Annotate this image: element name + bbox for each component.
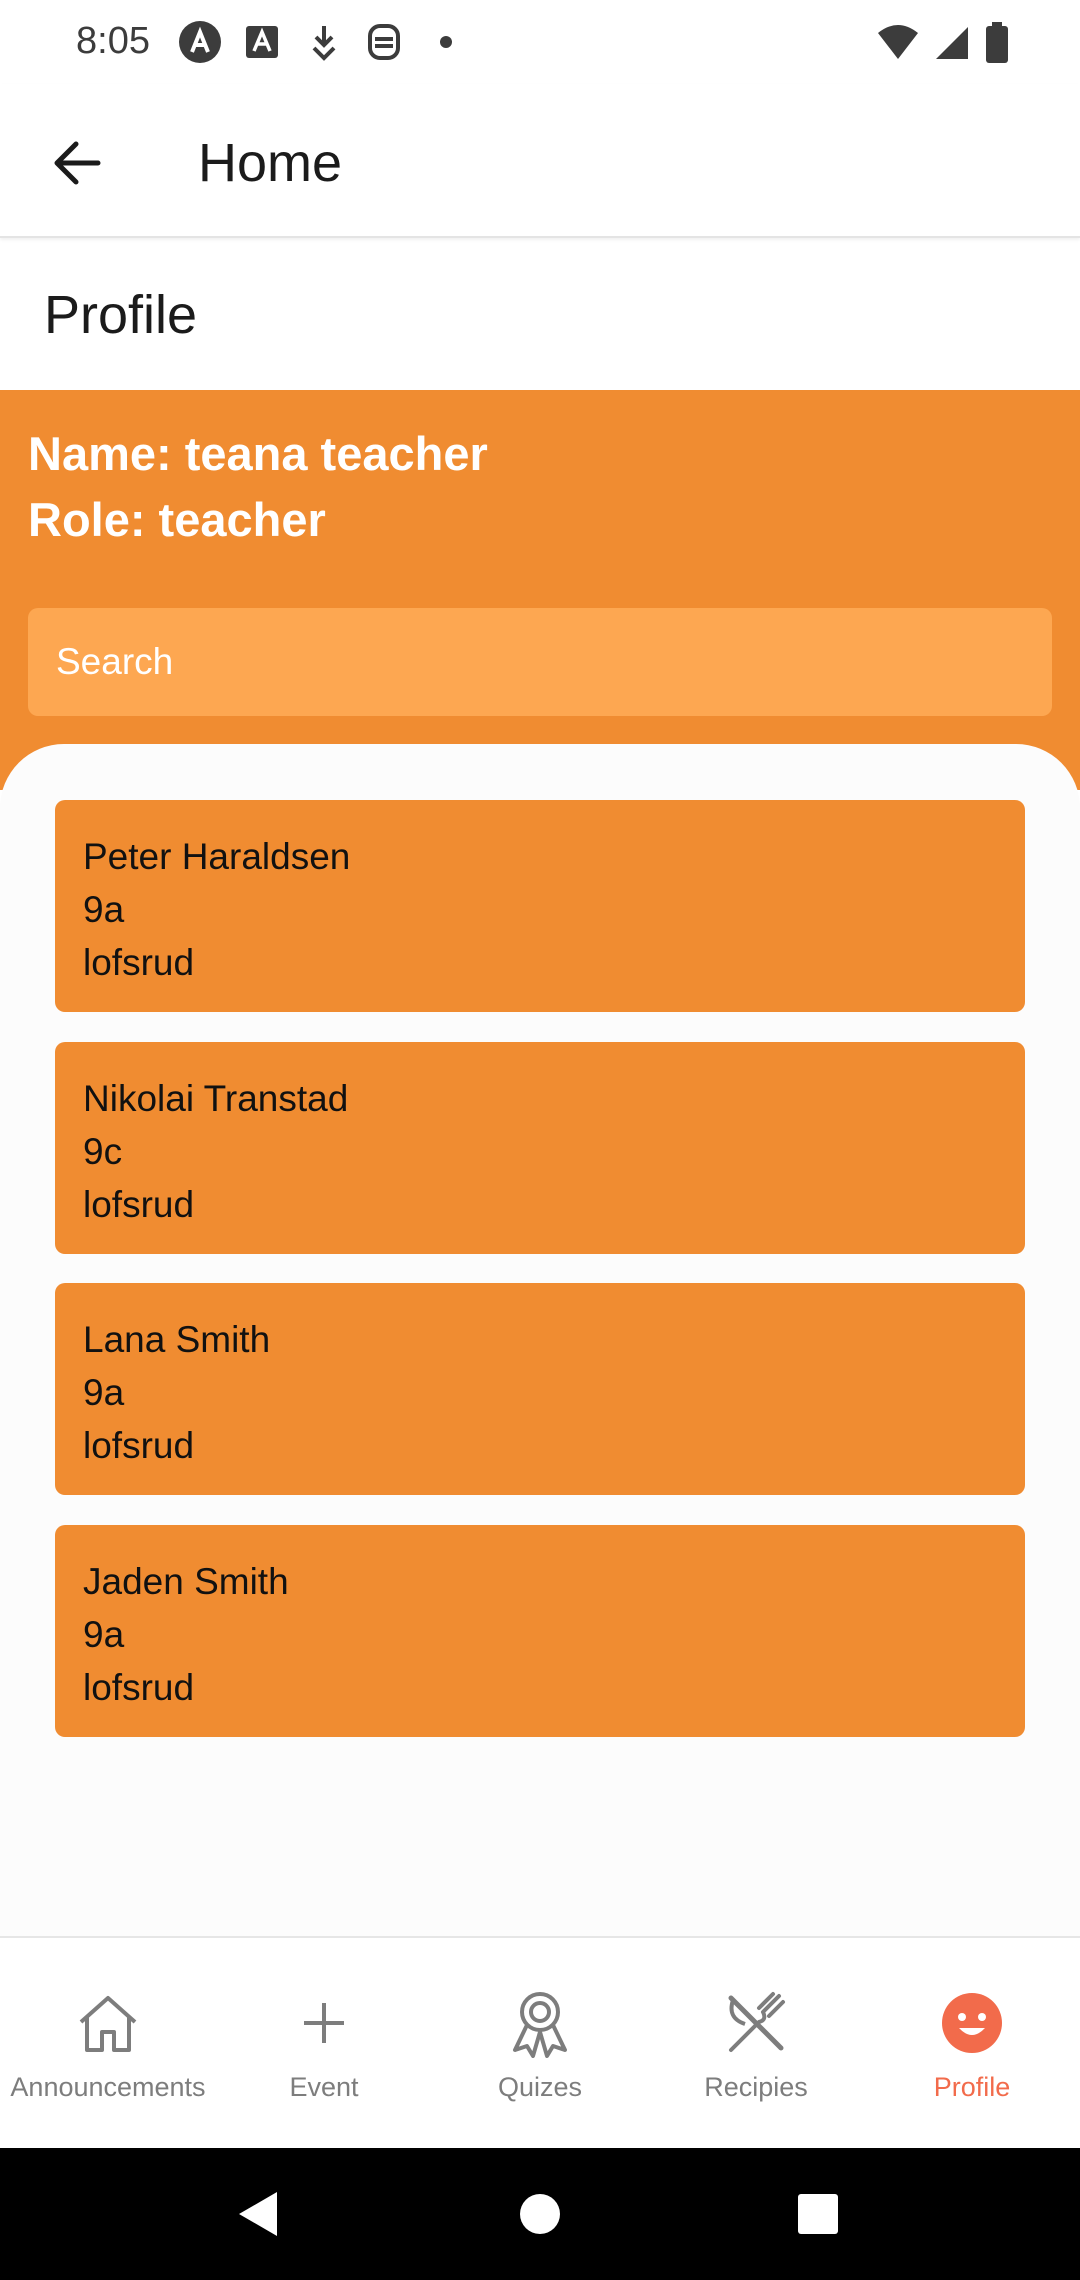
student-name: Nikolai Transtad	[83, 1078, 349, 1119]
app-bar: Home	[0, 84, 1080, 238]
nav-item-recipies[interactable]: Recipies	[648, 1938, 864, 2150]
system-home-button[interactable]	[504, 2178, 576, 2250]
student-card[interactable]: Jaden Smith 9a lofsrud	[55, 1525, 1025, 1737]
app-icon	[362, 20, 406, 64]
triangle-back-icon	[239, 2192, 277, 2236]
system-recents-button[interactable]	[782, 2178, 854, 2250]
student-school: lofsrud	[83, 1667, 195, 1708]
home-icon	[73, 1988, 143, 2058]
a11y-icon	[178, 20, 222, 64]
nav-label-announcements: Announcements	[10, 2072, 206, 2102]
award-icon	[505, 1988, 575, 2058]
battery-icon	[984, 22, 1010, 69]
student-school: lofsrud	[83, 1425, 195, 1466]
nav-item-profile[interactable]: Profile	[864, 1938, 1080, 2150]
wifi-icon	[876, 23, 920, 68]
profile-role: Role: teacher	[28, 493, 326, 546]
dot-icon	[424, 20, 468, 64]
student-class: 9a	[83, 1614, 125, 1655]
smiley-icon	[937, 1988, 1007, 2058]
student-school: lofsrud	[83, 1184, 195, 1225]
student-class: 9c	[83, 1131, 123, 1172]
nav-label-event: Event	[289, 2072, 359, 2102]
student-name: Jaden Smith	[83, 1561, 289, 1602]
font-icon	[240, 20, 284, 64]
download-icon	[302, 20, 346, 64]
nav-label-recipies: Recipies	[704, 2072, 808, 2102]
nav-item-event[interactable]: Event	[216, 1938, 432, 2150]
bottom-navigation: Announcements Event Quizes Recipies Prof…	[0, 1936, 1080, 2148]
status-bar: 8:05	[0, 0, 1080, 84]
nav-label-quizes: Quizes	[497, 2072, 583, 2102]
page-title: Profile	[44, 285, 198, 345]
signal-icon	[934, 23, 970, 68]
plus-icon	[289, 1988, 359, 2058]
search-input[interactable]	[28, 608, 1052, 716]
student-name: Peter Haraldsen	[83, 836, 351, 877]
utensils-icon	[721, 1988, 791, 2058]
system-back-button[interactable]	[222, 2178, 294, 2250]
nav-label-profile: Profile	[933, 2072, 1011, 2102]
student-class: 9a	[83, 889, 125, 930]
student-school: lofsrud	[83, 942, 195, 983]
student-card[interactable]: Nikolai Transtad 9c lofsrud	[55, 1042, 1025, 1254]
nav-item-quizes[interactable]: Quizes	[432, 1938, 648, 2150]
circle-home-icon	[520, 2194, 560, 2234]
square-recents-icon	[798, 2194, 838, 2234]
app-bar-title: Home	[198, 133, 343, 193]
student-class: 9a	[83, 1372, 125, 1413]
status-time: 8:05	[76, 20, 150, 62]
profile-name: Name: teana teacher	[28, 427, 488, 480]
student-card[interactable]: Lana Smith 9a lofsrud	[55, 1283, 1025, 1495]
student-card[interactable]: Peter Haraldsen 9a lofsrud	[55, 800, 1025, 1012]
student-name: Lana Smith	[83, 1319, 271, 1360]
system-navigation-bar	[0, 2148, 1080, 2280]
arrow-back-icon	[54, 141, 101, 185]
back-button[interactable]	[44, 130, 110, 196]
nav-item-announcements[interactable]: Announcements	[0, 1938, 216, 2150]
